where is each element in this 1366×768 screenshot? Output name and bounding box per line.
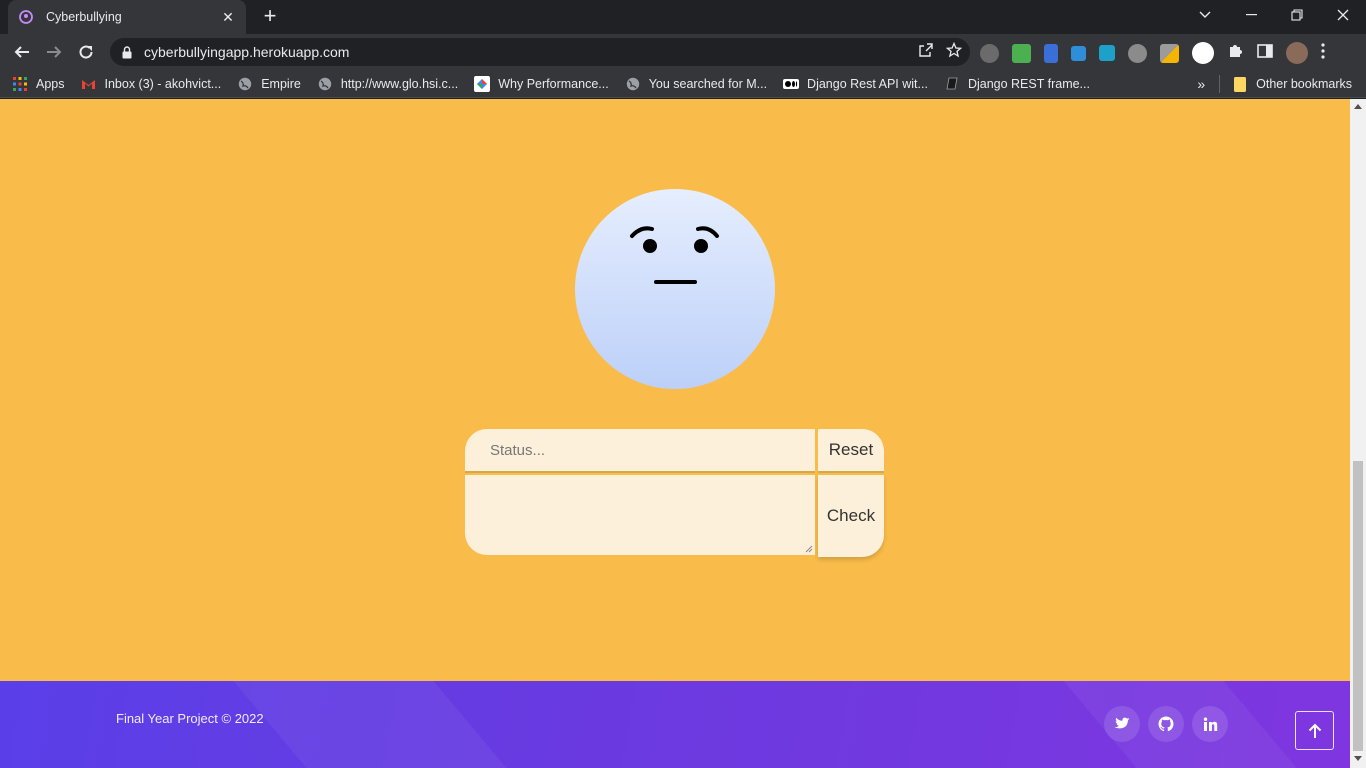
footer-copyright: Final Year Project © 2022 — [116, 711, 264, 726]
scrollbar-thumb[interactable] — [1353, 461, 1363, 751]
back-arrow-icon[interactable] — [10, 40, 34, 64]
bookmark-performance[interactable]: Why Performance... — [474, 75, 609, 92]
puzzle-icon[interactable] — [1227, 42, 1244, 64]
linkedin-icon[interactable] — [1192, 706, 1228, 742]
bookmark-search[interactable]: You searched for M... — [625, 76, 767, 92]
bookmarks-right: » Other bookmarks — [1197, 70, 1352, 98]
bookmarks-bar: Apps Inbox (3) - akohvict... Empire http… — [0, 70, 1366, 98]
globe-icon — [625, 76, 641, 92]
bookmark-label: Empire — [261, 76, 301, 91]
other-bookmarks-button[interactable]: Other bookmarks — [1256, 77, 1352, 91]
bookmark-label: Apps — [36, 76, 65, 91]
new-tab-button[interactable]: + — [258, 5, 282, 28]
extension-pen-icon[interactable] — [1160, 43, 1179, 63]
twitter-icon[interactable] — [1104, 706, 1140, 742]
gmail-icon — [81, 76, 97, 92]
omnibox-actions — [918, 41, 963, 62]
bookmarks-divider — [1219, 75, 1221, 93]
forward-arrow-icon[interactable] — [42, 40, 66, 64]
message-textarea[interactable] — [465, 475, 815, 555]
bookmark-apps[interactable]: Apps — [12, 76, 65, 92]
reload-icon[interactable] — [74, 40, 98, 64]
browser-toolbar: cyberbullyingapp.herokuapp.com — [0, 34, 1366, 70]
scroll-down-arrow-icon[interactable] — [1354, 756, 1362, 761]
globe-icon — [317, 76, 333, 92]
check-button[interactable]: Check — [818, 475, 884, 557]
restore-icon[interactable] — [1274, 0, 1320, 30]
extension-translate-icon[interactable] — [1099, 45, 1115, 61]
resize-grip-icon[interactable] — [805, 545, 813, 553]
footer-decoration — [233, 681, 507, 768]
extension-eyes-icon[interactable] — [1128, 43, 1147, 63]
bookmark-gmail[interactable]: Inbox (3) - akohvict... — [81, 76, 222, 92]
extension-wordpress-icon[interactable] — [980, 43, 999, 63]
book-icon — [944, 76, 960, 92]
bookmark-glo[interactable]: http://www.glo.hsi.c... — [317, 76, 458, 92]
apps-grid-icon — [12, 76, 28, 92]
emoji-face — [575, 189, 775, 389]
side-panel-icon[interactable] — [1257, 43, 1273, 63]
more-bookmarks-button[interactable]: » — [1197, 76, 1205, 92]
bookmark-empire[interactable]: Empire — [237, 76, 301, 92]
lock-icon[interactable] — [122, 45, 134, 59]
bookmark-label: Django REST frame... — [967, 76, 1090, 91]
folder-icon — [1232, 76, 1248, 92]
reset-button[interactable]: Reset — [818, 429, 884, 473]
scroll-to-top-button[interactable] — [1295, 711, 1334, 750]
window-controls — [1182, 0, 1366, 30]
extension-list-icon[interactable] — [1044, 43, 1058, 63]
google-icon — [474, 75, 491, 92]
worried-face-icon — [630, 226, 719, 284]
analysis-form: Status... Reset Check — [465, 429, 885, 557]
bookmark-label: Inbox (3) - akohvict... — [104, 76, 222, 91]
scroll-up-arrow-icon[interactable] — [1354, 104, 1362, 109]
url-text: cyberbullyingapp.herokuapp.com — [144, 44, 350, 60]
bookmark-label: You searched for M... — [648, 76, 768, 91]
close-tab-icon[interactable]: ✕ — [220, 9, 236, 26]
tab-search-icon[interactable] — [1182, 0, 1228, 30]
extensions-row — [980, 42, 1325, 64]
bookmark-label: Django Rest API wit... — [807, 76, 928, 91]
bookmark-django-api[interactable]: Django Rest API wit... — [783, 76, 928, 92]
extension-blue-icon[interactable] — [1071, 45, 1086, 61]
profile-avatar[interactable] — [1286, 42, 1308, 64]
extension-json-icon[interactable] — [1192, 42, 1214, 64]
kebab-menu-icon[interactable] — [1321, 42, 1325, 64]
share-icon[interactable] — [918, 42, 934, 62]
footer: Final Year Project © 2022 — [0, 681, 1350, 768]
close-window-icon[interactable] — [1320, 0, 1366, 30]
bookmark-django-rest[interactable]: Django REST frame... — [944, 76, 1090, 92]
minimize-icon[interactable] — [1228, 0, 1274, 30]
medium-icon — [783, 76, 800, 92]
github-icon[interactable] — [1148, 706, 1184, 742]
arrow-up-icon — [1308, 723, 1321, 738]
page-content: Status... Reset Check Final Year Project… — [0, 99, 1350, 768]
extension-green-icon[interactable] — [1012, 43, 1031, 63]
status-input[interactable]: Status... — [465, 429, 815, 473]
bookmark-star-icon[interactable] — [945, 41, 963, 62]
globe-icon — [237, 76, 253, 92]
bookmark-label: http://www.glo.hsi.c... — [340, 76, 459, 91]
page-scrollbar[interactable] — [1350, 99, 1366, 768]
browser-tab-bar: Cyberbullying ✕ + — [0, 0, 1366, 34]
browser-tab[interactable]: Cyberbullying ✕ — [8, 0, 246, 34]
address-bar[interactable]: cyberbullyingapp.herokuapp.com — [110, 38, 970, 66]
bookmark-label: Why Performance... — [498, 76, 609, 91]
tab-title: Cyberbullying — [46, 10, 122, 24]
site-favicon-icon — [18, 9, 34, 25]
